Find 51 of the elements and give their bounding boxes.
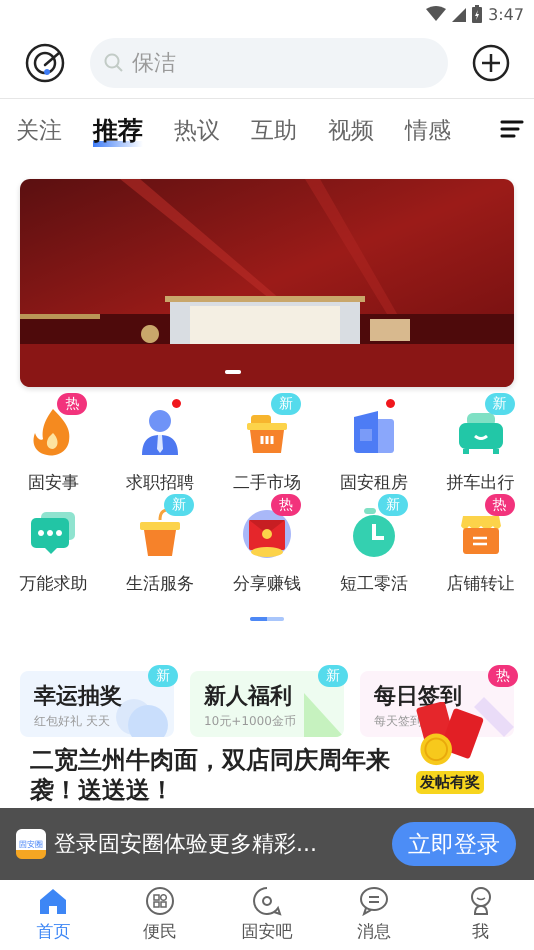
nav-label[interactable]: 消息 [356,920,391,943]
hot-badge: 热 [270,494,301,516]
service-label[interactable]: 万能求助 [19,572,88,595]
nav-label[interactable]: 我 [472,920,490,943]
category-tab[interactable]: 关注 [16,114,62,146]
new-badge: 新 [270,393,301,415]
category-tab[interactable]: 热议 [174,114,220,146]
page-indicator [250,617,284,621]
signal-icon [452,6,466,22]
new-badge: 新 [164,494,194,516]
service-label[interactable]: 生活服务 [126,572,194,595]
service-label[interactable]: 固安租房 [340,471,408,494]
status-time: 3:47 [488,4,524,24]
nav-label[interactable]: 首页 [36,920,70,943]
radar-icon[interactable] [24,42,66,84]
search-icon [104,53,124,73]
nav-label[interactable]: 便民 [143,920,178,943]
hot-badge: 热 [484,494,515,516]
service-label[interactable]: 分享赚钱 [232,572,301,595]
new-badge: 新 [148,665,178,687]
service-label[interactable]: 拼车出行 [446,471,515,494]
category-tab[interactable]: 互助 [251,114,297,146]
app-logo: 固安圈 [16,829,46,859]
hot-badge: 热 [57,393,88,415]
category-tab[interactable]: 视频 [328,114,374,146]
service-label[interactable]: 二手市场 [232,471,301,494]
promo-title: 新人福利 [204,683,293,711]
wifi-icon [426,6,446,22]
notification-dot [172,399,182,408]
hot-badge: 热 [488,665,518,687]
service-label[interactable]: 求职招聘 [126,471,194,494]
notification-dot [386,399,395,408]
battery-icon [472,5,482,23]
new-badge: 新 [378,494,408,516]
service-label[interactable]: 店铺转让 [446,572,515,595]
add-icon[interactable] [472,44,510,82]
promo-title: 幸运抽奖 [34,683,123,711]
category-tab[interactable]: 情感 [405,114,451,146]
login-message: 登录固安圈体验更多精彩... [54,831,318,859]
promo-subtitle: 10元+1000金币 [204,713,297,730]
post-headline[interactable]: 二宽兰州牛肉面，双店同庆周年来袭！送送送！ [30,745,400,805]
carousel-indicator [225,370,241,374]
new-badge: 新 [484,393,515,415]
menu-icon[interactable] [500,119,524,139]
search-field[interactable]: 保洁 [90,38,448,88]
nav-label[interactable]: 固安吧 [241,920,292,943]
service-label[interactable]: 短工零活 [340,572,408,595]
promo-subtitle: 红包好礼 天天 [34,713,111,730]
service-label[interactable]: 固安事 [28,471,79,494]
new-badge: 新 [318,665,348,687]
reward-label[interactable]: 发帖有奖 [416,771,484,794]
